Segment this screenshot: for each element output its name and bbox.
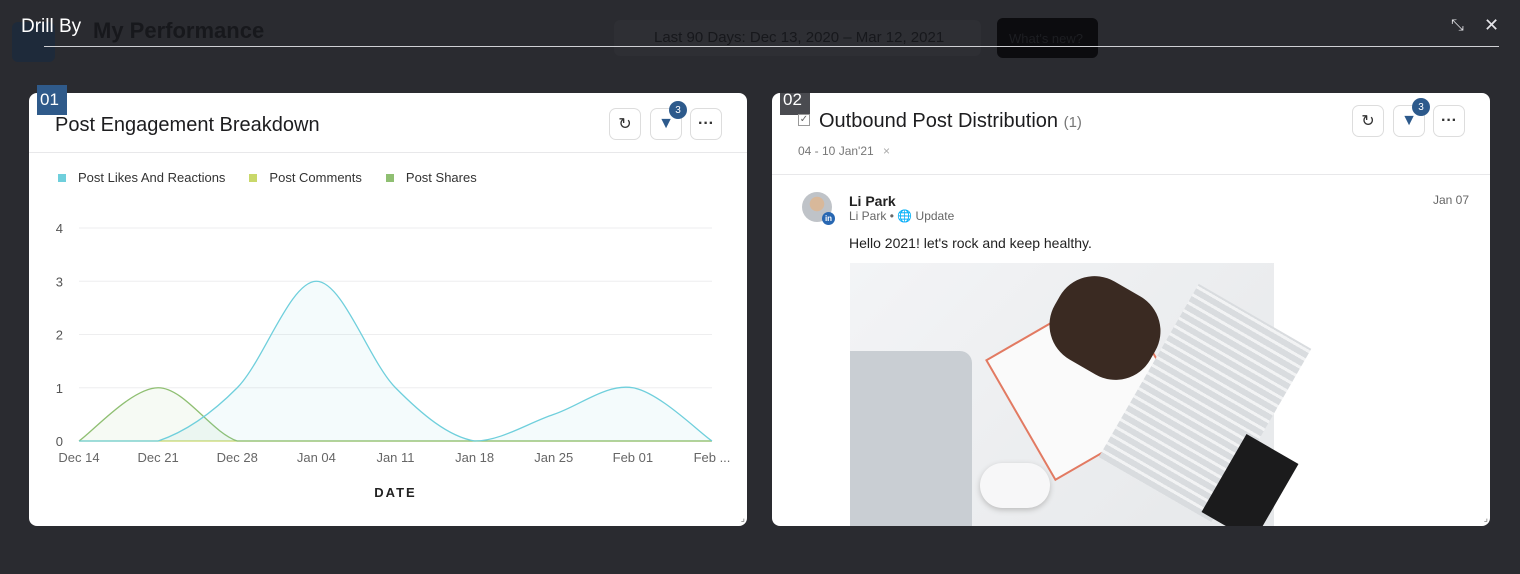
x-tick-label: Feb ... bbox=[694, 450, 731, 465]
post-date: Jan 07 bbox=[1432, 193, 1469, 207]
filter-icon: ▼ bbox=[1401, 112, 1417, 129]
y-tick-label: 3 bbox=[56, 274, 63, 289]
refresh-button[interactable]: ↻ bbox=[1352, 105, 1384, 137]
engagement-chart: 0 1 2 3 4 Dec 14 Dec 21 Dec 28 Jan 04 Jan 11 Jan 1… bbox=[56, 221, 731, 500]
select-checkbox[interactable]: ✓ bbox=[798, 114, 810, 126]
x-axis-label: DATE bbox=[374, 485, 416, 500]
x-tick-label: Jan 18 bbox=[455, 450, 494, 465]
panel-divider bbox=[772, 174, 1490, 175]
linkedin-icon: in bbox=[822, 212, 835, 225]
post-meta: Li Park • 🌐 Update bbox=[849, 209, 955, 223]
close-icon[interactable]: ✕ bbox=[1484, 15, 1499, 36]
y-tick-label: 2 bbox=[56, 328, 63, 343]
whats-new-button: What's new? bbox=[997, 18, 1098, 58]
globe-icon: 🌐 bbox=[897, 209, 913, 223]
panel-post-engagement: 01 Post Engagement Breakdown ↻ ▼ 3 ··· Po… bbox=[29, 85, 747, 526]
more-icon: ··· bbox=[1441, 112, 1457, 129]
y-tick-label: 0 bbox=[56, 434, 63, 449]
more-options-button[interactable]: ··· bbox=[1433, 105, 1465, 137]
panel-title: Outbound Post Distribution (1) bbox=[819, 110, 1082, 132]
post-count: (1) bbox=[1063, 114, 1082, 131]
y-tick-label: 1 bbox=[56, 381, 63, 396]
avatar[interactable]: in bbox=[802, 192, 835, 225]
y-tick-label: 4 bbox=[56, 221, 63, 236]
filter-count-badge: 3 bbox=[1412, 98, 1430, 116]
date-range-picker: Last 90 Days: Dec 13, 2020 – Mar 12, 202… bbox=[614, 20, 981, 56]
resize-handle[interactable]: ⌟ bbox=[741, 513, 745, 524]
overlay-divider bbox=[44, 46, 1499, 47]
post-author[interactable]: Li Park bbox=[849, 193, 896, 209]
refresh-icon: ↻ bbox=[1361, 113, 1375, 130]
background-title: My Performance bbox=[93, 18, 265, 43]
x-tick-label: Dec 21 bbox=[138, 450, 179, 465]
post-image[interactable] bbox=[850, 261, 1312, 526]
collapse-icon[interactable]: ⤡ bbox=[1451, 17, 1464, 35]
filter-chip: 04 - 10 Jan'21 × bbox=[798, 144, 891, 158]
overlay-title: Drill By bbox=[21, 16, 82, 37]
x-tick-label: Dec 14 bbox=[58, 450, 99, 465]
post-text: Hello 2021! let's rock and keep healthy. bbox=[849, 235, 1092, 251]
x-tick-label: Jan 04 bbox=[297, 450, 336, 465]
x-tick-label: Feb 01 bbox=[613, 450, 653, 465]
remove-filter-icon[interactable]: × bbox=[883, 144, 890, 158]
x-tick-label: Jan 25 bbox=[534, 450, 573, 465]
x-tick-label: Dec 28 bbox=[217, 450, 258, 465]
resize-handle[interactable]: ⌟ bbox=[1484, 513, 1488, 524]
x-tick-label: Jan 11 bbox=[376, 450, 414, 465]
filter-button[interactable]: ▼ 3 bbox=[1393, 98, 1430, 137]
panel-number: 02 bbox=[780, 93, 810, 115]
panel-outbound-post: 02 ✓ Outbound Post Distribution (1) 04 -… bbox=[772, 93, 1490, 526]
